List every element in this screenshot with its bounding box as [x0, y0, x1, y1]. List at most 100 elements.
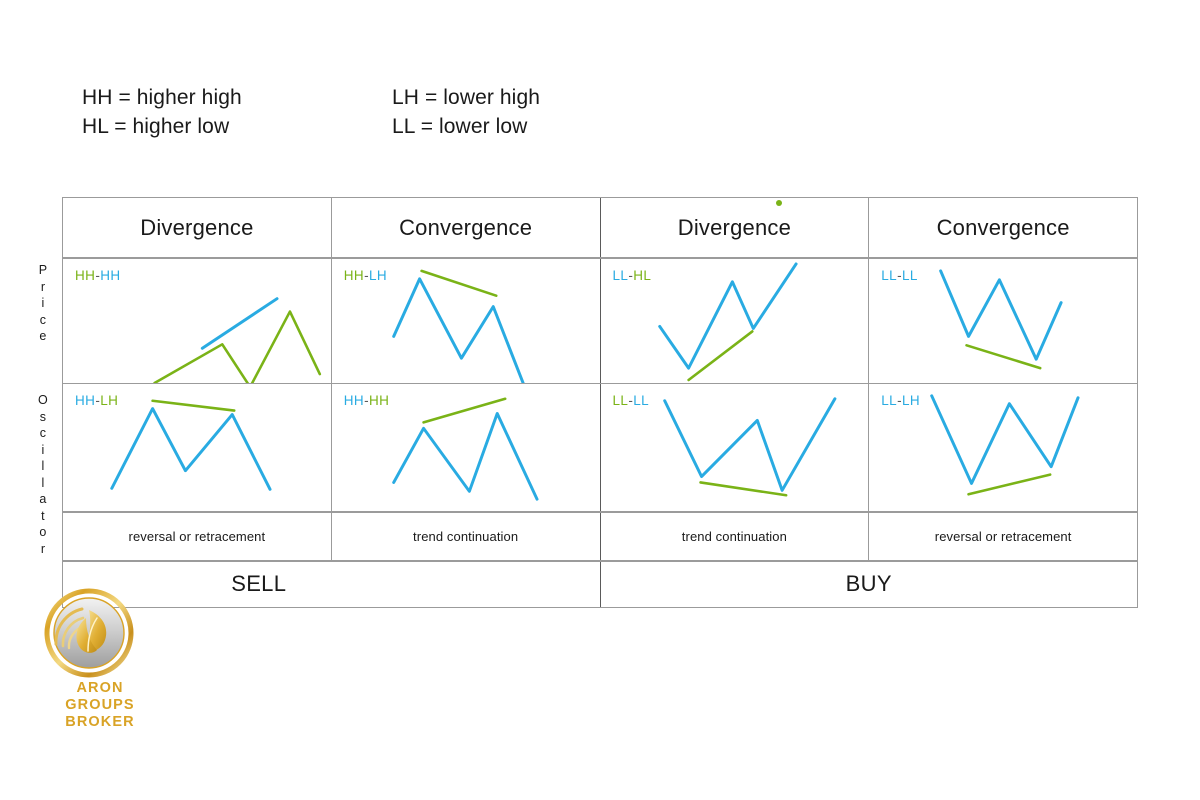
pattern-label-price-2: HH-LH	[344, 268, 387, 283]
row-label-oscillator: O s c i l l a t o r	[30, 392, 56, 557]
row-label-price-letter: e	[39, 329, 47, 343]
outcome-label: reversal or retracement	[128, 529, 266, 544]
row-label-oscillator-letter: o	[39, 525, 47, 539]
header-label: Convergence	[399, 215, 533, 240]
row-label-oscillator-letter: r	[40, 541, 46, 556]
pattern-label-price-4: LL-LL	[881, 268, 918, 283]
pattern-first: HH	[343, 393, 365, 408]
logo-line-1: ARON	[76, 680, 124, 696]
zigzag-line	[930, 394, 1080, 485]
legend-lh: LH = lower high	[392, 85, 540, 109]
row-label-price-letter: c	[39, 312, 47, 327]
price-cell-2: HH-LH	[332, 259, 601, 383]
header-label: Divergence	[140, 215, 254, 240]
oscillator-cell-1: HH-LH	[63, 384, 332, 511]
trend-line	[151, 399, 236, 412]
action-row: SELL BUY	[63, 562, 1137, 607]
header-cell-1: Divergence	[63, 198, 332, 257]
header-cell-2: Convergence	[332, 198, 601, 257]
row-label-price-letter: r	[40, 279, 46, 294]
divergence-convergence-matrix: Divergence Convergence Divergence Conver…	[62, 197, 1138, 608]
zigzag-line	[657, 262, 798, 370]
pattern-first: HH	[75, 268, 96, 283]
pattern-label-oscillator-3: LL-LL	[613, 393, 650, 408]
action-label-buy: BUY	[845, 571, 892, 596]
aron-groups-broker-logo: ARON GROUPS BROKER	[42, 588, 158, 748]
pattern-second: LL	[633, 393, 650, 408]
outcome-cell-3: trend continuation	[601, 513, 870, 560]
price-cell-4: LL-LL	[869, 259, 1137, 383]
logo-line-3: BROKER	[65, 714, 135, 730]
row-label-oscillator-letter: s	[39, 409, 47, 424]
zigzag-line	[939, 269, 1063, 361]
row-label-oscillator-letter: l	[41, 459, 45, 473]
legend-hl: HL = higher low	[82, 114, 230, 138]
pattern-label-oscillator-4: LL-LH	[881, 393, 920, 408]
outcome-row: reversal or retracement trend continuati…	[63, 513, 1137, 562]
trend-line	[967, 473, 1052, 496]
price-row: HH-HH HH-LH LL-HL LL-LL	[63, 259, 1137, 384]
pattern-second: HL	[633, 268, 652, 283]
outcome-cell-2: trend continuation	[332, 513, 601, 560]
oscillator-cell-4: LL-LH	[869, 384, 1137, 511]
pattern-first: LL	[881, 393, 898, 408]
oscillator-row: HH-LH HH-HH LL-LL LL-LH	[63, 384, 1137, 513]
zigzag-line	[110, 407, 272, 491]
legend-row: HH = higher high LH = lower high	[82, 83, 602, 112]
row-label-oscillator-letter: l	[41, 475, 45, 490]
trend-line	[420, 269, 498, 297]
trend-line	[698, 481, 787, 497]
action-cell-buy: BUY	[601, 562, 1138, 607]
outcome-label: trend continuation	[681, 529, 787, 544]
row-label-oscillator-letter: i	[41, 442, 45, 457]
table-header-row: Divergence Convergence Divergence Conver…	[63, 198, 1137, 259]
zigzag-line	[391, 412, 539, 501]
oscillator-cell-2: HH-HH	[332, 384, 601, 511]
pattern-first: HH	[343, 268, 365, 283]
price-cell-1: HH-HH	[63, 259, 332, 383]
pattern-second: LH	[100, 393, 119, 408]
trend-line	[965, 344, 1042, 370]
outcome-label: reversal or retracement	[934, 529, 1072, 544]
logo-emblem-icon	[44, 588, 134, 678]
trend-line	[200, 297, 279, 350]
outcome-label: trend continuation	[413, 529, 519, 544]
zigzag-line	[662, 397, 836, 492]
pattern-second: LL	[901, 268, 918, 283]
legend-row: HL = higher low LL = lower low	[82, 112, 602, 141]
zigzag-line	[153, 310, 322, 383]
row-label-price-letter: i	[41, 296, 45, 310]
pattern-first: LL	[612, 268, 629, 283]
pattern-label-oscillator-1: HH-LH	[75, 393, 118, 408]
row-label-price-letter: P	[38, 263, 48, 277]
pattern-first: LL	[612, 393, 629, 408]
logo-line-2: GROUPS	[65, 697, 135, 713]
trend-line	[422, 397, 507, 424]
price-cell-3: LL-HL	[601, 259, 870, 383]
pattern-second: LH	[368, 268, 388, 283]
pattern-label-oscillator-2: HH-HH	[344, 393, 390, 408]
outcome-cell-4: reversal or retracement	[869, 513, 1137, 560]
row-label-oscillator-letter: c	[39, 426, 47, 440]
header-label: Convergence	[936, 215, 1070, 240]
header-cell-4: Convergence	[869, 198, 1137, 257]
pattern-first: LL	[881, 268, 898, 283]
row-label-oscillator-letter: O	[38, 393, 48, 407]
pattern-label-price-1: HH-HH	[75, 268, 121, 283]
outcome-cell-1: reversal or retracement	[63, 513, 332, 560]
trend-line	[686, 330, 754, 382]
legend-block: HH = higher high LH = lower high HL = hi…	[82, 83, 602, 141]
header-label: Divergence	[677, 215, 792, 240]
pattern-first: HH	[75, 393, 96, 408]
row-label-price: P r i c e	[30, 262, 56, 345]
zigzag-line	[391, 277, 525, 383]
row-label-oscillator-letter: t	[41, 508, 45, 523]
oscillator-cell-3: LL-LL	[601, 384, 870, 511]
legend-hh: HH = higher high	[82, 85, 242, 109]
header-cell-3: Divergence	[601, 198, 870, 257]
logo-wordmark: ARON GROUPS BROKER	[42, 680, 158, 731]
pattern-second: LH	[901, 393, 921, 408]
pattern-label-price-3: LL-HL	[613, 268, 652, 283]
row-label-oscillator-letter: a	[39, 492, 47, 506]
legend-ll: LL = lower low	[392, 114, 528, 138]
